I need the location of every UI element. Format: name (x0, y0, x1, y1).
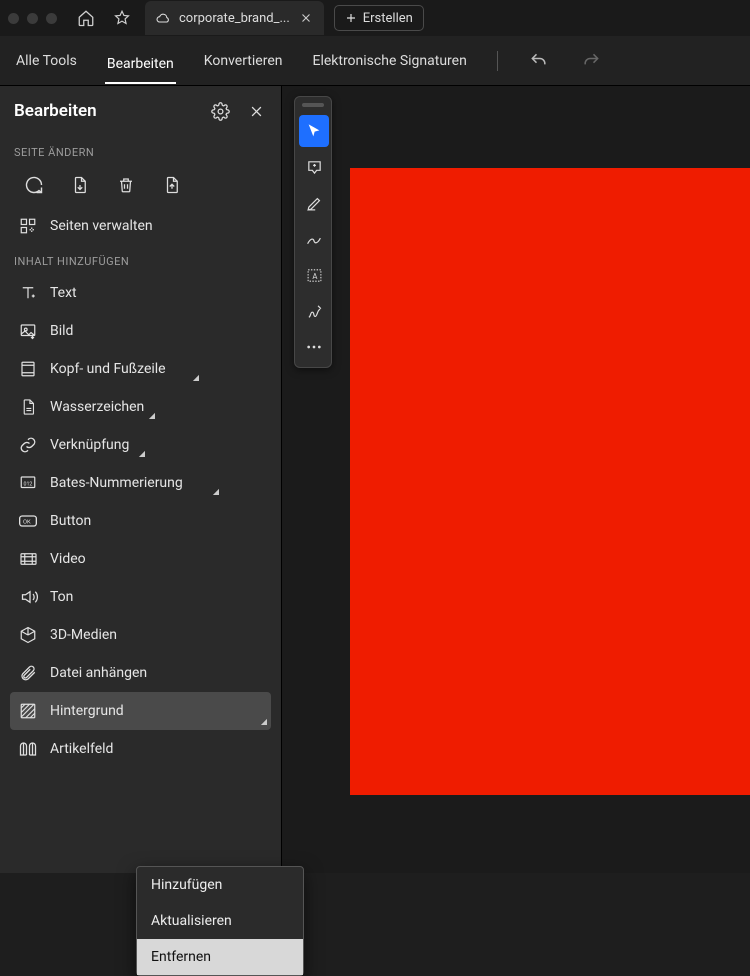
item-label: Button (50, 513, 91, 529)
submenu-add[interactable]: Hinzufügen (137, 867, 303, 903)
image-icon (18, 321, 38, 341)
item-button[interactable]: OK Button (0, 502, 281, 540)
dropdown-indicator: ◢ (261, 717, 267, 726)
vertical-toolbar: A (294, 96, 332, 368)
dropdown-indicator: ◢ (139, 449, 145, 458)
settings-icon[interactable] (209, 100, 231, 122)
item-watermark[interactable]: Wasserzeichen ◢ (0, 388, 281, 426)
submenu-update[interactable]: Aktualisieren (137, 903, 303, 939)
edit-panel: Bearbeiten SEITE ÄNDERN Seiten verwalten… (0, 86, 282, 873)
item-link[interactable]: Verknüpfung ◢ (0, 426, 281, 464)
submenu-remove[interactable]: Entfernen (137, 939, 303, 975)
item-label: 3D-Medien (50, 627, 117, 643)
menu-esign[interactable]: Elektronische Signaturen (310, 47, 468, 75)
select-tool[interactable] (299, 115, 329, 147)
document-tab[interactable]: corporate_brand_... (145, 1, 324, 35)
item-label: Artikelfeld (50, 741, 113, 757)
background-icon (18, 701, 38, 721)
item-label: Datei anhängen (50, 665, 147, 681)
bates-icon: 012 (18, 473, 38, 493)
item-3d[interactable]: 3D-Medien (0, 616, 281, 654)
item-label: Video (50, 551, 86, 567)
traffic-light-close[interactable] (8, 13, 19, 24)
window-bar: corporate_brand_... Erstellen (0, 0, 750, 36)
three-d-icon (18, 625, 38, 645)
item-label: Ton (50, 589, 73, 605)
create-label: Erstellen (363, 11, 413, 26)
document-stage: A (282, 86, 750, 873)
text-icon (18, 283, 38, 303)
item-label: Verknüpfung (50, 437, 129, 453)
item-background[interactable]: Hintergrund ◢ (10, 692, 271, 730)
item-label: Hintergrund (50, 703, 124, 719)
header-footer-icon (18, 359, 38, 379)
menu-edit[interactable]: Bearbeiten (105, 50, 176, 84)
insert-page-icon[interactable] (160, 173, 184, 197)
item-video[interactable]: Video (0, 540, 281, 578)
manage-pages-item[interactable]: Seiten verwalten (0, 207, 281, 245)
item-label: Text (50, 285, 77, 301)
traffic-light-max[interactable] (46, 13, 57, 24)
item-attach[interactable]: Datei anhängen (0, 654, 281, 692)
menu-separator (497, 51, 498, 71)
dropdown-indicator: ◢ (193, 373, 199, 382)
home-icon[interactable] (73, 5, 99, 31)
sound-icon (18, 587, 38, 607)
extract-page-icon[interactable] (68, 173, 92, 197)
attach-icon (18, 663, 38, 683)
item-label: Bild (50, 323, 73, 339)
menu-all-tools[interactable]: Alle Tools (14, 47, 79, 75)
item-label: Wasserzeichen (50, 399, 144, 415)
rotate-icon[interactable] (22, 173, 46, 197)
dropdown-indicator: ◢ (149, 411, 155, 420)
tab-close-icon[interactable] (298, 10, 314, 26)
close-panel-icon[interactable] (245, 100, 267, 122)
link-icon (18, 435, 38, 455)
tab-title: corporate_brand_... (179, 11, 290, 26)
create-button[interactable]: Erstellen (334, 5, 424, 31)
document-page[interactable] (350, 168, 750, 795)
delete-page-icon[interactable] (114, 173, 138, 197)
svg-text:A: A (312, 272, 317, 281)
item-sound[interactable]: Ton (0, 578, 281, 616)
article-icon (18, 739, 38, 759)
item-label: Bates-Nummerierung (50, 475, 183, 491)
redo-icon[interactable] (578, 48, 604, 74)
item-label: Kopf- und Fußzeile (50, 361, 166, 377)
sign-tool[interactable] (299, 295, 329, 327)
item-image[interactable]: Bild (0, 312, 281, 350)
item-article[interactable]: Artikelfeld (0, 730, 281, 768)
button-icon: OK (18, 511, 38, 531)
manage-pages-label: Seiten verwalten (50, 218, 153, 234)
page-action-row (0, 165, 281, 207)
draw-tool[interactable] (299, 223, 329, 255)
background-submenu: Hinzufügen Aktualisieren Entfernen (136, 866, 304, 976)
watermark-icon (18, 397, 38, 417)
toolbar-drag-handle[interactable] (302, 103, 324, 107)
manage-pages-icon (18, 216, 38, 236)
dropdown-indicator: ◢ (213, 487, 219, 496)
svg-text:012: 012 (24, 481, 33, 487)
item-text[interactable]: Text (0, 274, 281, 312)
video-icon (18, 549, 38, 569)
comment-tool[interactable] (299, 151, 329, 183)
menu-convert[interactable]: Konvertieren (202, 47, 285, 75)
section-page-change: SEITE ÄNDERN (0, 136, 281, 165)
panel-title: Bearbeiten (14, 101, 97, 121)
traffic-light-min[interactable] (27, 13, 38, 24)
undo-icon[interactable] (526, 48, 552, 74)
item-header-footer[interactable]: Kopf- und Fußzeile ◢ (0, 350, 281, 388)
traffic-lights (8, 13, 57, 24)
highlight-tool[interactable] (299, 187, 329, 219)
section-add-content: INHALT HINZUFÜGEN (0, 245, 281, 274)
plus-icon (345, 12, 357, 24)
menu-bar: Alle Tools Bearbeiten Konvertieren Elekt… (0, 36, 750, 86)
more-tools-icon[interactable] (299, 331, 329, 363)
cloud-icon (155, 10, 171, 26)
star-icon[interactable] (109, 5, 135, 31)
svg-text:OK: OK (23, 520, 31, 526)
item-bates[interactable]: 012 Bates-Nummerierung ◢ (0, 464, 281, 502)
typewriter-tool[interactable]: A (299, 259, 329, 291)
